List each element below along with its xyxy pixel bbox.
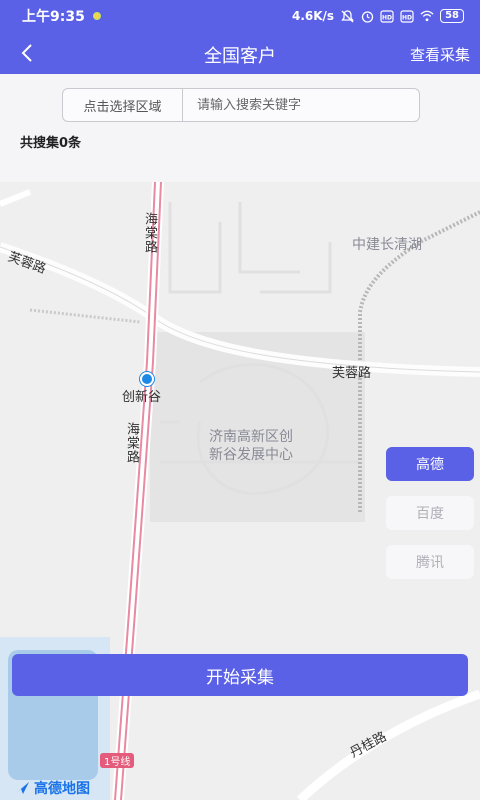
result-count: 共搜集0条 — [20, 136, 82, 151]
district-label-line2: 新谷发展中心 — [209, 447, 293, 463]
amap-logo-text: 高德地图 — [34, 781, 90, 797]
district-label: 济南高新区创 新谷发展中心 — [186, 428, 316, 464]
search-panel: 点击选择区域 共搜集0条 — [0, 74, 480, 182]
search-box: 点击选择区域 — [62, 88, 420, 122]
battery-icon: 58 — [440, 9, 464, 23]
navigation-arrow-icon — [15, 782, 29, 794]
map-view[interactable]: 海棠路 芙蓉路 中建长清湖 芙蓉路 创新谷 海棠路 济南高新区创 新谷发展中心 … — [0, 182, 480, 800]
provider-gaode-button[interactable]: 高德 — [386, 447, 474, 481]
nav-bar: 全国客户 查看采集 — [0, 32, 480, 74]
road-label-haitang-mid: 海棠路 — [124, 422, 139, 464]
svg-text:HD: HD — [382, 14, 392, 21]
map-canvas — [0, 182, 480, 800]
view-collection-button[interactable]: 查看采集 — [410, 44, 470, 65]
region-select[interactable]: 点击选择区域 — [63, 89, 183, 121]
road-label-furong-right: 芙蓉路 — [332, 366, 372, 381]
metro-line-badge: 1号线 — [100, 753, 135, 768]
poi-label-zhongjian: 中建长清湖 — [352, 237, 422, 253]
hd-icon: HD — [380, 9, 394, 23]
svg-text:HD: HD — [402, 14, 412, 21]
start-collection-button[interactable]: 开始采集 — [12, 654, 468, 696]
road-label-haitang-top: 海棠路 — [142, 212, 157, 254]
alarm-icon — [360, 9, 374, 23]
provider-tencent-button[interactable]: 腾讯 — [386, 545, 474, 579]
hd-icon: HD — [400, 9, 414, 23]
notification-dot-icon — [92, 12, 101, 20]
wifi-icon — [420, 9, 434, 23]
mute-icon — [340, 9, 354, 23]
search-input[interactable] — [183, 89, 419, 121]
provider-baidu-button[interactable]: 百度 — [386, 496, 474, 530]
metro-station-icon — [140, 372, 154, 386]
side-road — [0, 189, 32, 207]
net-speed: 4.6K/s — [291, 9, 335, 23]
district-label-line1: 济南高新区创 — [209, 429, 293, 445]
amap-logo: 高德地图 — [14, 778, 90, 798]
page-title: 全国客户 — [204, 46, 276, 67]
poi-label-chuangxingu: 创新谷 — [122, 390, 162, 405]
path-dotted — [29, 308, 141, 324]
status-bar: 上午9:35 4.6K/s HD HD 58 — [0, 0, 480, 32]
dangui-road — [296, 689, 480, 800]
status-time: 上午9:35 — [22, 9, 85, 25]
